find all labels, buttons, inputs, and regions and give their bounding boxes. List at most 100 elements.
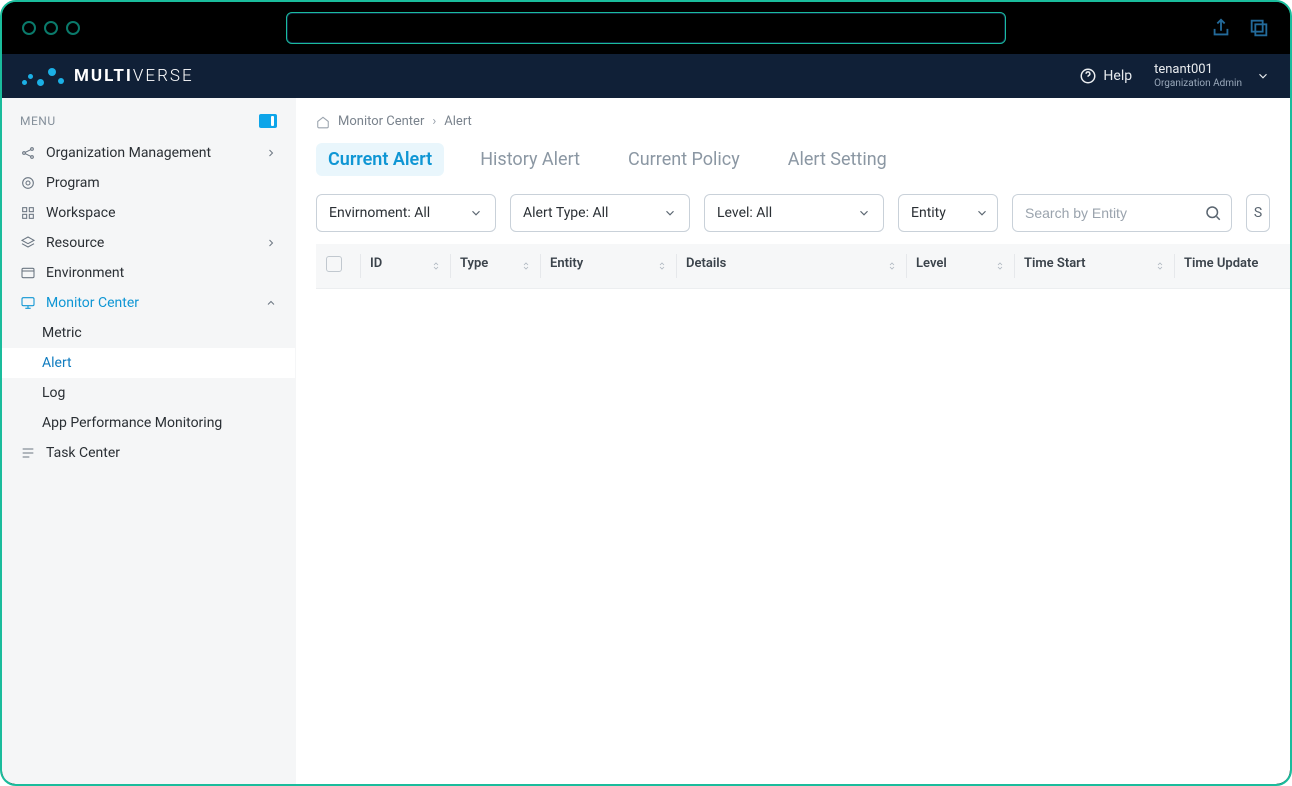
share-nodes-icon: [20, 145, 36, 161]
column-level[interactable]: Level: [906, 244, 1014, 289]
window-icon: [20, 265, 36, 281]
sidebar-item-label: Monitor Center: [46, 295, 139, 311]
chevron-down-icon: [1256, 69, 1270, 83]
filter-overflow-button[interactable]: S: [1246, 194, 1270, 232]
window-dot[interactable]: [66, 21, 80, 35]
help-icon: [1079, 67, 1097, 85]
sidebar-item-label: Environment: [46, 265, 124, 281]
filter-alert-type[interactable]: Alert Type: All: [510, 194, 690, 232]
column-label: Time Start: [1024, 256, 1086, 271]
home-icon[interactable]: [316, 115, 330, 129]
sidebar-subitem-metric[interactable]: Metric: [2, 318, 295, 348]
logo-mark-icon: [22, 66, 64, 86]
list-icon: [20, 445, 36, 461]
nav-list: Organization Management Program Workspac…: [2, 138, 295, 468]
search-input[interactable]: [1012, 194, 1232, 232]
tab-label: History Alert: [480, 149, 580, 170]
sidebar-subitem-alert[interactable]: Alert: [2, 348, 295, 378]
sidebar-item-organization-management[interactable]: Organization Management: [2, 138, 295, 168]
main-content: Monitor Center › Alert Current Alert His…: [296, 98, 1290, 784]
breadcrumb: Monitor Center › Alert: [296, 110, 1290, 133]
breadcrumb-item[interactable]: Monitor Center: [338, 114, 424, 129]
window-dot[interactable]: [44, 21, 58, 35]
browser-title-bar: [2, 2, 1290, 54]
search-icon[interactable]: [1204, 204, 1222, 222]
help-label: Help: [1103, 68, 1132, 84]
sidebar: MENU Organization Management Program: [2, 98, 296, 784]
tab-label: Alert Setting: [788, 149, 887, 170]
sidebar-item-monitor-center[interactable]: Monitor Center: [2, 288, 295, 318]
brand-name: MULTIVERSE: [74, 66, 194, 86]
sort-icon: [656, 259, 668, 273]
sidebar-collapse-toggle[interactable]: [259, 114, 277, 128]
breadcrumb-current: Alert: [444, 114, 472, 129]
tab-current-alert[interactable]: Current Alert: [316, 143, 444, 176]
tab-alert-setting[interactable]: Alert Setting: [776, 143, 899, 176]
tenant-menu[interactable]: tenant001 Organization Admin: [1154, 63, 1270, 89]
filter-label: Level: All: [717, 205, 772, 221]
filter-level[interactable]: Level: All: [704, 194, 884, 232]
sidebar-subitem-apm[interactable]: App Performance Monitoring: [2, 408, 295, 438]
sidebar-item-resource[interactable]: Resource: [2, 228, 295, 258]
window-dot[interactable]: [22, 21, 36, 35]
browser-actions: [1210, 17, 1270, 39]
filter-label: Alert Type: All: [523, 205, 608, 221]
sidebar-item-label: Alert: [42, 355, 72, 371]
column-type[interactable]: Type: [450, 244, 540, 289]
column-time-update[interactable]: Time Update: [1174, 244, 1290, 289]
filter-environment[interactable]: Envirnoment: All: [316, 194, 496, 232]
chevron-right-icon: [265, 237, 277, 249]
column-label: Details: [686, 256, 726, 271]
filters-bar: Envirnoment: All Alert Type: All Level: …: [296, 186, 1290, 244]
sort-icon: [430, 259, 442, 273]
select-all-checkbox[interactable]: [326, 256, 342, 272]
filter-label: Envirnoment: All: [329, 205, 430, 221]
column-label: Time Update: [1184, 256, 1258, 271]
monitor-icon: [20, 295, 36, 311]
tab-current-policy[interactable]: Current Policy: [616, 143, 752, 176]
sidebar-item-label: Workspace: [46, 205, 116, 221]
tabs: Current Alert History Alert Current Poli…: [296, 133, 1290, 186]
target-icon: [20, 175, 36, 191]
sidebar-item-program[interactable]: Program: [2, 168, 295, 198]
column-time-start[interactable]: Time Start: [1014, 244, 1174, 289]
sidebar-item-workspace[interactable]: Workspace: [2, 198, 295, 228]
brand-logo[interactable]: MULTIVERSE: [22, 66, 194, 86]
column-label: Level: [916, 256, 947, 271]
column-label: Entity: [550, 256, 583, 271]
window-controls: [22, 21, 80, 35]
tab-label: Current Policy: [628, 149, 740, 170]
copy-icon[interactable]: [1248, 17, 1270, 39]
layers-icon: [20, 235, 36, 251]
chevron-down-icon: [469, 206, 483, 220]
address-bar[interactable]: [286, 12, 1006, 44]
sidebar-item-label: Log: [42, 385, 65, 401]
filter-overflow-glyph: S: [1254, 205, 1262, 221]
chevron-right-icon: [265, 147, 277, 159]
filter-entity-field[interactable]: Entity: [898, 194, 998, 232]
browser-frame: MULTIVERSE Help tenant001 Organization A…: [0, 0, 1292, 786]
topbar: MULTIVERSE Help tenant001 Organization A…: [2, 54, 1290, 98]
sort-icon: [520, 259, 532, 273]
column-entity[interactable]: Entity: [540, 244, 676, 289]
app-root: MULTIVERSE Help tenant001 Organization A…: [2, 54, 1290, 784]
sidebar-item-label: Task Center: [46, 445, 120, 461]
help-link[interactable]: Help: [1079, 67, 1132, 85]
tenant-name: tenant001: [1154, 63, 1242, 78]
sidebar-item-task-center[interactable]: Task Center: [2, 438, 295, 468]
chevron-down-icon: [663, 206, 677, 220]
sidebar-item-label: Resource: [46, 235, 104, 251]
column-details[interactable]: Details: [676, 244, 906, 289]
chevron-up-icon: [265, 297, 277, 309]
share-icon[interactable]: [1210, 17, 1232, 39]
column-label: ID: [370, 256, 382, 271]
tab-history-alert[interactable]: History Alert: [468, 143, 592, 176]
sidebar-subitem-log[interactable]: Log: [2, 378, 295, 408]
column-id[interactable]: ID: [360, 244, 450, 289]
sidebar-item-label: Program: [46, 175, 100, 191]
tab-label: Current Alert: [328, 149, 432, 170]
sidebar-item-environment[interactable]: Environment: [2, 258, 295, 288]
menu-heading: MENU: [20, 114, 56, 128]
sidebar-item-label: App Performance Monitoring: [42, 415, 222, 431]
sort-icon: [994, 259, 1006, 273]
